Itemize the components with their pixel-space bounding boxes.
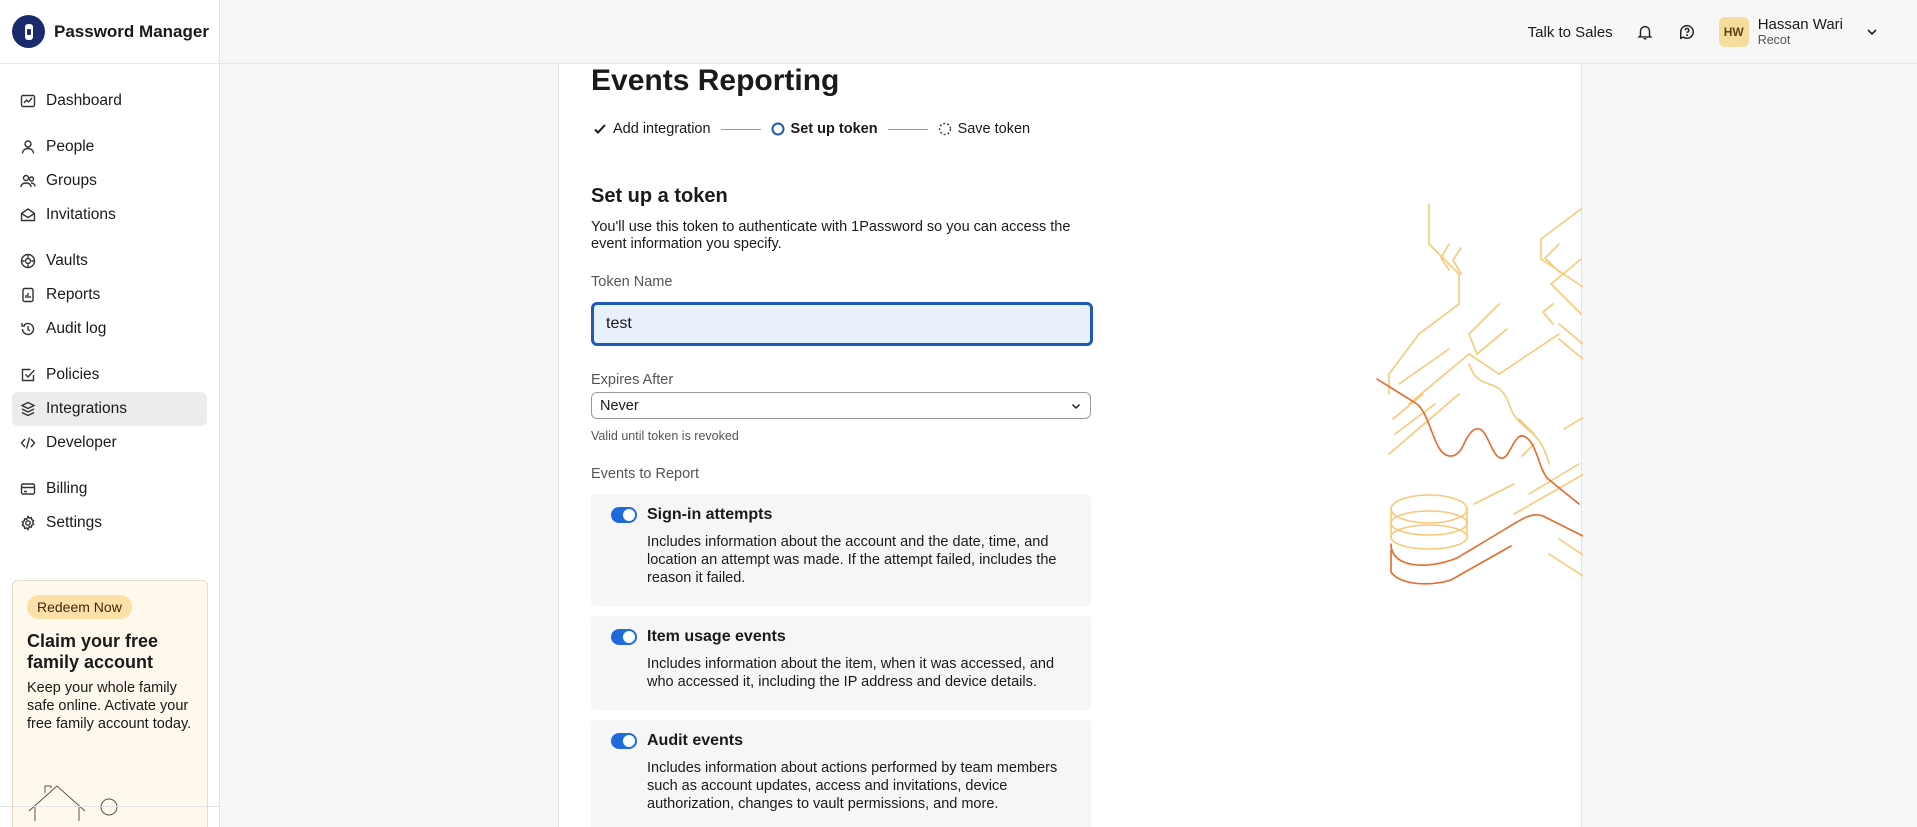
- top-bar: Talk to Sales HW Hassan Wari Recot: [220, 0, 1917, 64]
- audit-events-toggle[interactable]: [611, 733, 637, 749]
- sidebar-item-label: Reports: [46, 286, 101, 303]
- sidebar-item-invitations[interactable]: Invitations: [12, 198, 207, 232]
- event-title: Audit events: [647, 732, 744, 749]
- step-label: Add integration: [613, 121, 711, 137]
- event-title: Sign-in attempts: [647, 506, 773, 523]
- checkbox-icon: [20, 367, 36, 383]
- sidebar-item-billing[interactable]: Billing: [12, 472, 207, 506]
- redeem-now-button[interactable]: Redeem Now: [27, 595, 132, 619]
- promo-title: Claim your free family account: [27, 631, 159, 672]
- sidebar: Password Manager Dashboard People Groups…: [0, 0, 220, 827]
- events-to-report-label: Events to Report: [591, 466, 699, 482]
- step-set-up-token: Set up token: [771, 121, 878, 137]
- section-title: Set up a token: [591, 185, 728, 207]
- person-icon: [20, 139, 36, 155]
- token-name-label: Token Name: [591, 274, 673, 290]
- expires-after-label: Expires After: [591, 372, 674, 388]
- sidebar-item-label: Billing: [46, 480, 88, 497]
- app-name: Password Manager: [54, 21, 209, 41]
- sidebar-item-people[interactable]: People: [12, 130, 207, 164]
- step-label: Set up token: [790, 121, 878, 137]
- expires-hint: Valid until token is revoked: [591, 429, 739, 443]
- sidebar-nav: Dashboard People Groups Invitations Vaul…: [0, 64, 219, 540]
- code-icon: [20, 435, 36, 451]
- user-menu[interactable]: HW Hassan Wari Recot: [1718, 16, 1879, 48]
- sidebar-item-label: Developer: [46, 434, 117, 451]
- step-save-token: Save token: [938, 121, 1031, 137]
- user-name: Hassan Wari: [1757, 16, 1843, 33]
- pending-step-icon: [938, 122, 952, 136]
- step-connector: [720, 128, 761, 130]
- sidebar-divider: [0, 806, 220, 807]
- main-panel: Events Reporting Add integration Set up …: [558, 64, 1585, 827]
- sidebar-item-groups[interactable]: Groups: [12, 164, 207, 198]
- bell-icon[interactable]: [1635, 22, 1655, 42]
- history-icon: [20, 321, 36, 337]
- event-card-sign-in: Sign-in attempts Includes information ab…: [591, 494, 1091, 606]
- app-logo-icon: [12, 15, 45, 48]
- dashboard-icon: [20, 93, 36, 109]
- event-description: Includes information about actions perfo…: [647, 760, 1058, 812]
- sidebar-item-policies[interactable]: Policies: [12, 358, 207, 392]
- sidebar-item-dashboard[interactable]: Dashboard: [12, 84, 207, 118]
- item-usage-events-toggle[interactable]: [611, 629, 637, 645]
- page-title: Events Reporting: [591, 64, 840, 97]
- integrations-icon: [20, 401, 36, 417]
- sidebar-item-label: Dashboard: [46, 92, 122, 109]
- sign-in-attempts-toggle[interactable]: [611, 507, 637, 523]
- sidebar-item-label: Settings: [46, 514, 103, 531]
- sidebar-item-label: Integrations: [46, 400, 127, 417]
- house-illustration-icon: [27, 781, 127, 826]
- event-title: Item usage events: [647, 628, 786, 645]
- sidebar-item-label: Audit log: [46, 320, 107, 337]
- current-step-icon: [771, 122, 785, 136]
- token-name-input[interactable]: [591, 302, 1093, 346]
- chevron-down-icon: [1070, 400, 1082, 412]
- sidebar-item-label: Vaults: [46, 252, 88, 269]
- sidebar-item-label: Groups: [46, 172, 97, 189]
- vault-icon: [20, 253, 36, 269]
- event-description: Includes information about the item, whe…: [647, 656, 1055, 690]
- sidebar-item-developer[interactable]: Developer: [12, 426, 207, 460]
- family-account-promo: Redeem Now Claim your free family accoun…: [12, 580, 208, 827]
- envelope-icon: [20, 207, 36, 223]
- step-connector: [887, 128, 928, 130]
- step-add-integration: Add integration: [593, 121, 711, 137]
- sidebar-item-label: Invitations: [46, 206, 116, 223]
- sidebar-item-settings[interactable]: Settings: [12, 506, 207, 540]
- step-label: Save token: [957, 121, 1031, 137]
- sidebar-item-audit-log[interactable]: Audit log: [12, 312, 207, 346]
- talk-to-sales-link[interactable]: Talk to Sales: [1528, 24, 1613, 41]
- stepper: Add integration Set up token Save token: [593, 121, 1030, 137]
- card-icon: [20, 481, 36, 497]
- group-icon: [20, 173, 36, 189]
- expires-after-select[interactable]: Never: [591, 392, 1091, 419]
- promo-text: Keep your whole family safe online. Acti…: [27, 680, 192, 732]
- sidebar-item-reports[interactable]: Reports: [12, 278, 207, 312]
- brand[interactable]: Password Manager: [0, 0, 219, 64]
- help-icon[interactable]: [1677, 22, 1697, 42]
- section-description: You'll use this token to authenticate wi…: [591, 219, 1071, 252]
- chevron-down-icon: [1865, 25, 1879, 39]
- decorative-illustration: [1329, 203, 1585, 609]
- report-icon: [20, 287, 36, 303]
- event-card-item-usage: Item usage events Includes information a…: [591, 616, 1091, 710]
- event-card-audit: Audit events Includes information about …: [591, 720, 1091, 827]
- sidebar-item-integrations[interactable]: Integrations: [12, 392, 207, 426]
- avatar: HW: [1718, 17, 1749, 47]
- event-description: Includes information about the account a…: [647, 534, 1057, 586]
- sidebar-item-label: Policies: [46, 366, 100, 383]
- checkmark-icon: [593, 122, 607, 136]
- gear-icon: [20, 515, 36, 531]
- user-org: Recot: [1757, 33, 1791, 47]
- sidebar-item-vaults[interactable]: Vaults: [12, 244, 207, 278]
- sidebar-item-label: People: [46, 138, 95, 155]
- expires-after-value: Never: [600, 397, 639, 414]
